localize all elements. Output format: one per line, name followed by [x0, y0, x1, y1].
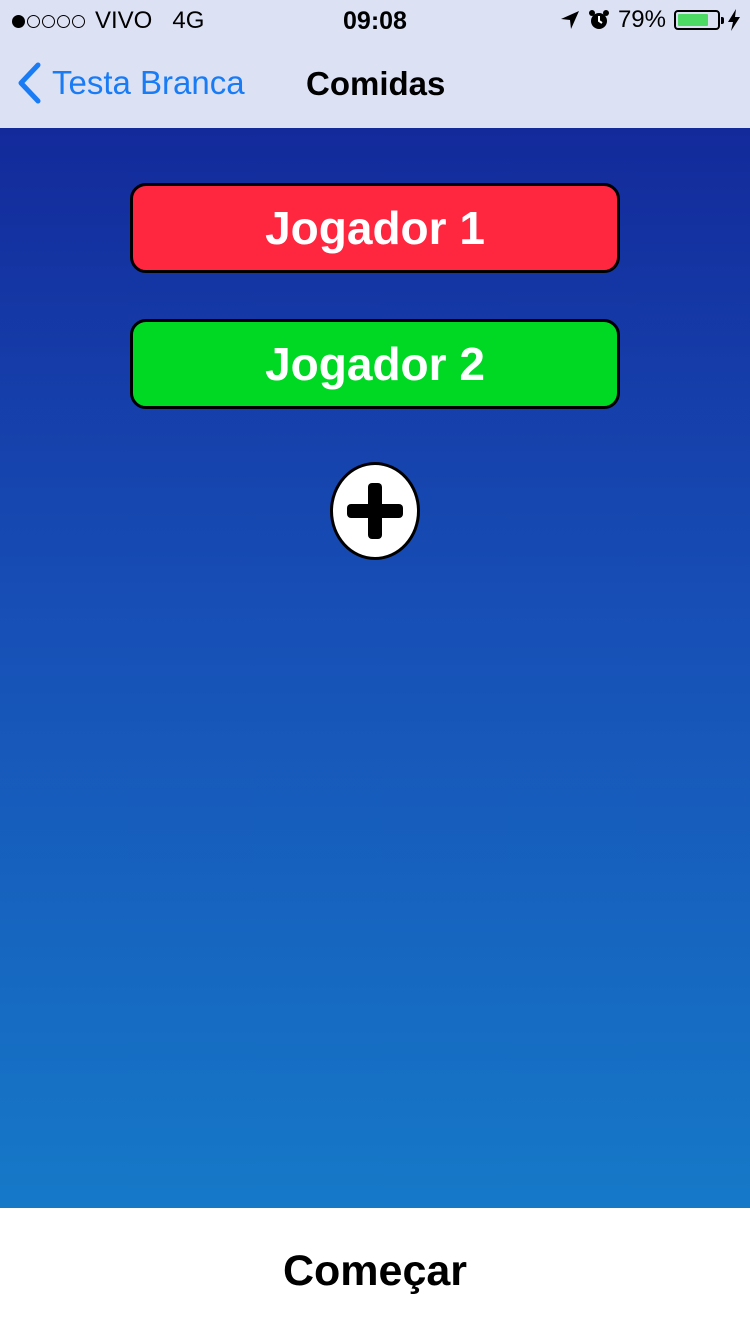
bottom-bar: Começar: [0, 1208, 750, 1334]
battery-tip: [721, 17, 724, 24]
back-button[interactable]: Testa Branca: [16, 62, 245, 104]
add-player-button[interactable]: [330, 462, 420, 560]
status-right: 79%: [560, 6, 740, 34]
status-bar: VIVO 4G 09:08 79%: [0, 0, 750, 40]
location-arrow-icon: [560, 11, 579, 29]
player-1-button[interactable]: Jogador 1: [130, 183, 620, 273]
page-title: Comidas: [306, 65, 446, 102]
back-button-label: Testa Branca: [52, 64, 245, 101]
game-area: Jogador 1 Jogador 2: [0, 128, 750, 1208]
plus-icon: [347, 483, 403, 539]
battery-percent: 79%: [617, 6, 666, 33]
charging-bolt-icon: [728, 9, 740, 31]
player-2-button[interactable]: Jogador 2: [130, 319, 620, 409]
navigation-bar: Testa Branca Comidas: [0, 40, 750, 128]
chevron-left-icon: [18, 62, 41, 104]
top-bar: VIVO 4G 09:08 79% Testa Branca Comidas: [0, 0, 750, 128]
start-button[interactable]: Começar: [283, 1247, 467, 1296]
battery-icon: [674, 10, 724, 30]
alarm-icon: [588, 10, 609, 29]
battery-fill: [678, 14, 709, 26]
